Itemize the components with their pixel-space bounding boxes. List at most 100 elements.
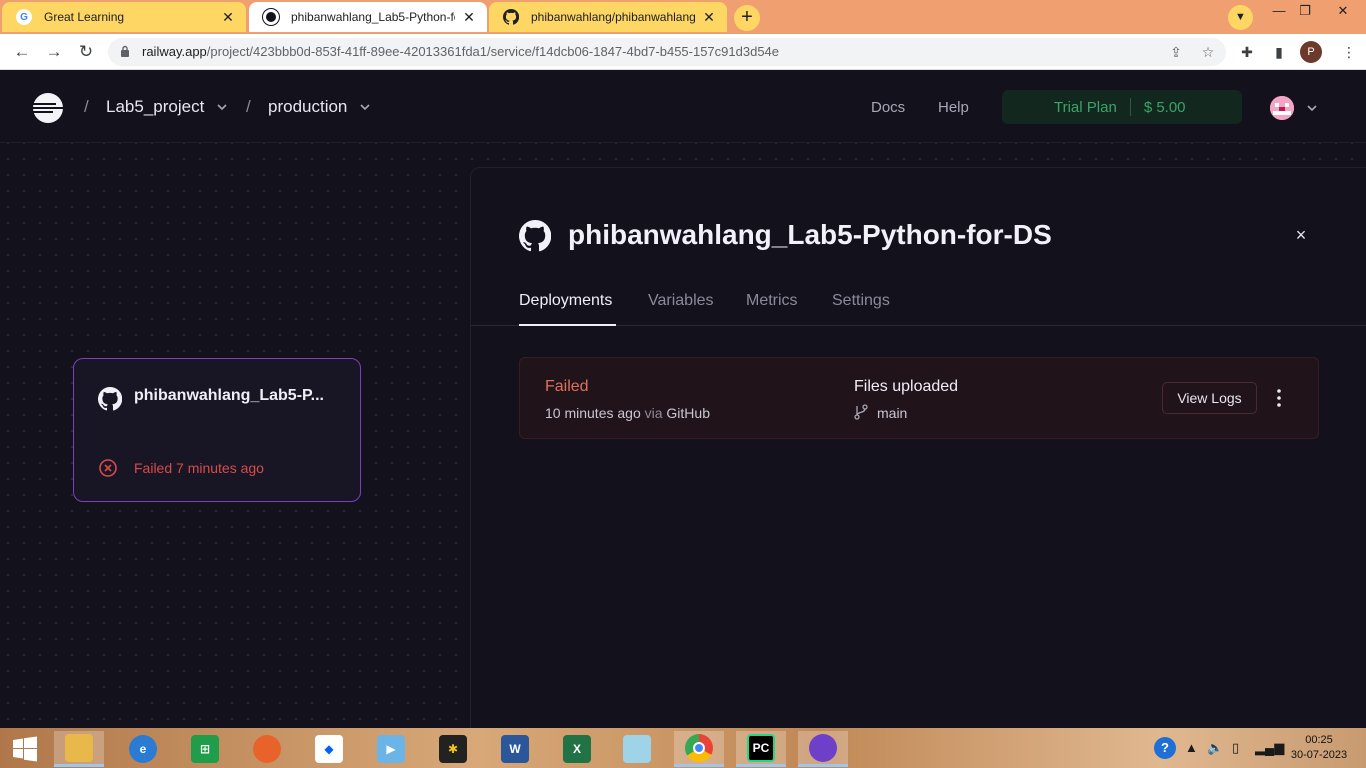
taskbar-video-player[interactable]: ▶ <box>366 731 416 767</box>
forward-arrow-icon[interactable]: → <box>42 40 66 64</box>
breadcrumb-separator: / <box>246 97 251 116</box>
excel-icon: X <box>563 735 591 763</box>
service-detail-panel: phibanwahlang_Lab5-Python-for-DS × Deplo… <box>470 167 1366 728</box>
help-tray-icon[interactable]: ? <box>1154 737 1176 759</box>
railway-logo-icon[interactable] <box>32 92 64 124</box>
tab-close-icon[interactable]: ✕ <box>220 9 236 25</box>
browser-tab-railway[interactable]: phibanwahlang_Lab5-Python-for ✕ <box>249 2 487 32</box>
active-tab-underline <box>519 324 616 326</box>
browser-toolbar: ← → ↻ railway.app/project/423bbb0d-853f-… <box>0 34 1366 70</box>
taskbar-github-desktop[interactable] <box>798 731 848 767</box>
tab-close-icon[interactable]: ✕ <box>701 9 717 25</box>
taskbar-excel[interactable]: X <box>552 731 602 767</box>
taskbar-clock[interactable]: 00:25 30-07-2023 <box>1284 733 1354 763</box>
tab-deployments[interactable]: Deployments <box>519 292 612 310</box>
video-player-icon: ▶ <box>377 735 405 763</box>
taskbar-internet-explorer[interactable]: e <box>118 731 168 767</box>
network-icon[interactable]: ▂▄▆ <box>1255 740 1284 756</box>
taskbar-notepad[interactable] <box>612 731 662 767</box>
plan-name: Trial Plan <box>1054 98 1117 116</box>
folder-icon <box>65 733 93 762</box>
battery-icon[interactable]: ▯ <box>1232 740 1239 756</box>
taskbar-file-explorer[interactable] <box>54 731 104 767</box>
taskbar-chrome[interactable] <box>674 731 724 767</box>
deployment-row[interactable]: Failed 10 minutes ago via GitHub Files u… <box>519 357 1319 439</box>
start-button[interactable] <box>0 731 50 767</box>
tab-settings[interactable]: Settings <box>832 292 890 310</box>
new-tab-button[interactable]: + <box>734 5 760 31</box>
profile-avatar[interactable]: P <box>1300 41 1322 63</box>
reload-icon[interactable]: ↻ <box>74 40 98 64</box>
window-close-button[interactable]: ✕ <box>1326 0 1360 24</box>
taskbar-firefox[interactable] <box>242 731 292 767</box>
git-branch-icon <box>854 404 868 420</box>
address-bar[interactable]: railway.app/project/423bbb0d-853f-41ff-8… <box>108 38 1226 66</box>
store-icon: ⊞ <box>191 735 219 763</box>
browser-tab-great-learning[interactable]: G Great Learning ✕ <box>2 2 246 32</box>
tray-expand-icon[interactable]: ▲ <box>1185 740 1198 755</box>
window-restore-button[interactable]: ❐ <box>1288 0 1322 24</box>
service-status: Failed 7 minutes ago <box>134 460 264 476</box>
tab-search-chevron-icon[interactable]: ▼ <box>1228 5 1253 30</box>
word-icon: W <box>501 735 529 763</box>
breadcrumb-project[interactable]: Lab5_project <box>106 97 228 117</box>
deployment-age: 10 minutes ago <box>545 405 641 421</box>
breadcrumb-environment[interactable]: production <box>268 97 371 117</box>
deployment-status: Failed <box>545 378 589 395</box>
clock-date: 30-07-2023 <box>1290 749 1348 761</box>
browser-tab-strip: G Great Learning ✕ phibanwahlang_Lab5-Py… <box>0 0 1366 34</box>
service-card[interactable]: phibanwahlang_Lab5-P... Failed 7 minutes… <box>73 358 361 502</box>
more-options-icon[interactable] <box>1272 386 1286 410</box>
windows-taskbar: e ⊞ ◆ ▶ ✱ W X PC ? ▲ 🔈 ▯ ▂▄▆ 00:25 30-07… <box>0 728 1366 768</box>
trial-plan-badge[interactable]: Trial Plan $ 5.00 <box>1002 90 1242 124</box>
notepad-icon <box>623 735 651 763</box>
railway-favicon-icon <box>263 9 279 25</box>
github-icon <box>98 387 122 411</box>
service-name: phibanwahlang_Lab5-P... <box>134 387 324 404</box>
lock-icon[interactable] <box>120 45 130 57</box>
tab-metrics[interactable]: Metrics <box>746 292 798 310</box>
avatar-image <box>1270 96 1294 120</box>
volume-icon[interactable]: 🔈 <box>1207 740 1223 756</box>
plan-amount: $ 5.00 <box>1143 98 1186 116</box>
back-arrow-icon[interactable]: ← <box>10 40 34 64</box>
tab-variables[interactable]: Variables <box>648 292 714 310</box>
deployment-message: Files uploaded <box>854 378 959 395</box>
chrome-icon-center <box>693 741 705 754</box>
app-header: / Lab5_project / production Docs Help Tr… <box>0 71 1366 143</box>
github-icon <box>519 220 551 252</box>
url-path: /project/423bbb0d-853f-41ff-89ee-4201336… <box>206 44 780 59</box>
url-host: railway.app <box>142 44 207 59</box>
view-logs-button[interactable]: View Logs <box>1162 382 1257 414</box>
user-avatar[interactable] <box>1270 96 1294 120</box>
chrome-menu-icon[interactable]: ⋮ <box>1340 43 1358 61</box>
tab-close-icon[interactable]: ✕ <box>461 9 477 25</box>
help-link[interactable]: Help <box>938 99 969 116</box>
taskbar-store[interactable]: ⊞ <box>180 731 230 767</box>
taskbar-dropbox[interactable]: ◆ <box>304 731 354 767</box>
project-name: Lab5_project <box>106 97 205 116</box>
extensions-puzzle-icon[interactable]: ✚ <box>1238 43 1256 61</box>
deployment-via: via <box>644 405 663 421</box>
browser-tab-github[interactable]: phibanwahlang/phibanwahlang_l ✕ <box>489 2 727 32</box>
taskbar-paint-app[interactable]: ✱ <box>428 731 478 767</box>
github-favicon-icon <box>503 9 519 25</box>
paint-app-icon: ✱ <box>439 735 467 763</box>
taskbar-pycharm[interactable]: PC <box>736 731 786 767</box>
taskbar-word[interactable]: W <box>490 731 540 767</box>
side-panel-icon[interactable]: ▮ <box>1270 43 1288 61</box>
bookmark-star-icon[interactable]: ☆ <box>1199 43 1217 61</box>
close-icon[interactable]: × <box>1290 224 1312 246</box>
account-chevron-down-icon[interactable] <box>1306 102 1318 114</box>
url-text: railway.app/project/423bbb0d-853f-41ff-8… <box>142 44 779 59</box>
share-icon[interactable]: ⇪ <box>1167 43 1185 61</box>
firefox-icon <box>253 735 281 763</box>
docs-link[interactable]: Docs <box>871 99 905 116</box>
chevron-down-icon <box>217 104 227 111</box>
failed-x-circle-icon <box>99 459 117 477</box>
internet-explorer-icon: e <box>129 735 157 763</box>
tab-title: Great Learning <box>44 10 125 24</box>
google-favicon-icon: G <box>16 9 32 25</box>
github-desktop-icon <box>809 733 837 762</box>
dropbox-icon: ◆ <box>315 735 343 763</box>
